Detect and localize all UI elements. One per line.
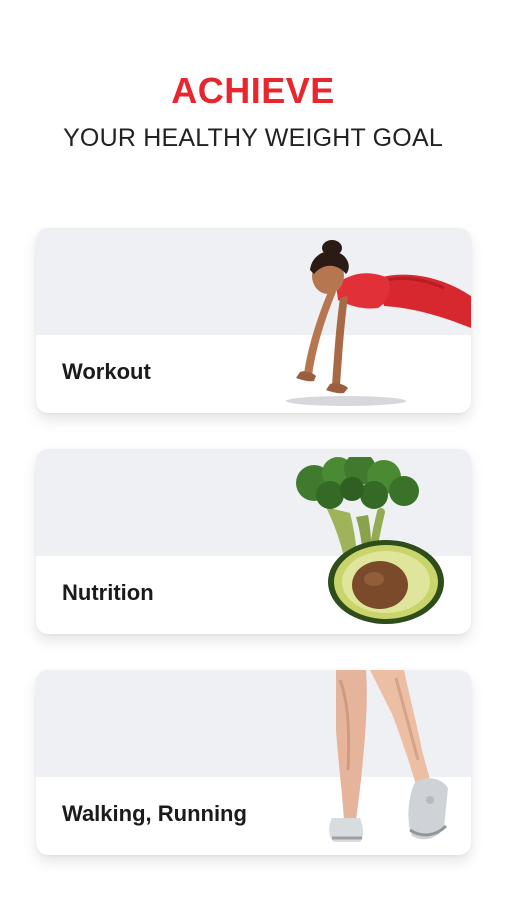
workout-card[interactable]: Workout (36, 228, 471, 413)
page-subtitle: YOUR HEALTHY WEIGHT GOAL (63, 124, 443, 152)
pushup-woman-icon (286, 240, 471, 406)
workout-label: Workout (62, 359, 151, 384)
walking-running-label: Walking, Running (62, 801, 247, 826)
broccoli-avocado-icon (296, 457, 444, 624)
nutrition-card[interactable]: Nutrition (36, 449, 471, 634)
nutrition-label: Nutrition (62, 580, 154, 605)
walking-running-card[interactable]: Walking, Running (36, 670, 471, 855)
walking-legs-icon (329, 670, 448, 842)
page-title: ACHIEVE (171, 70, 335, 111)
